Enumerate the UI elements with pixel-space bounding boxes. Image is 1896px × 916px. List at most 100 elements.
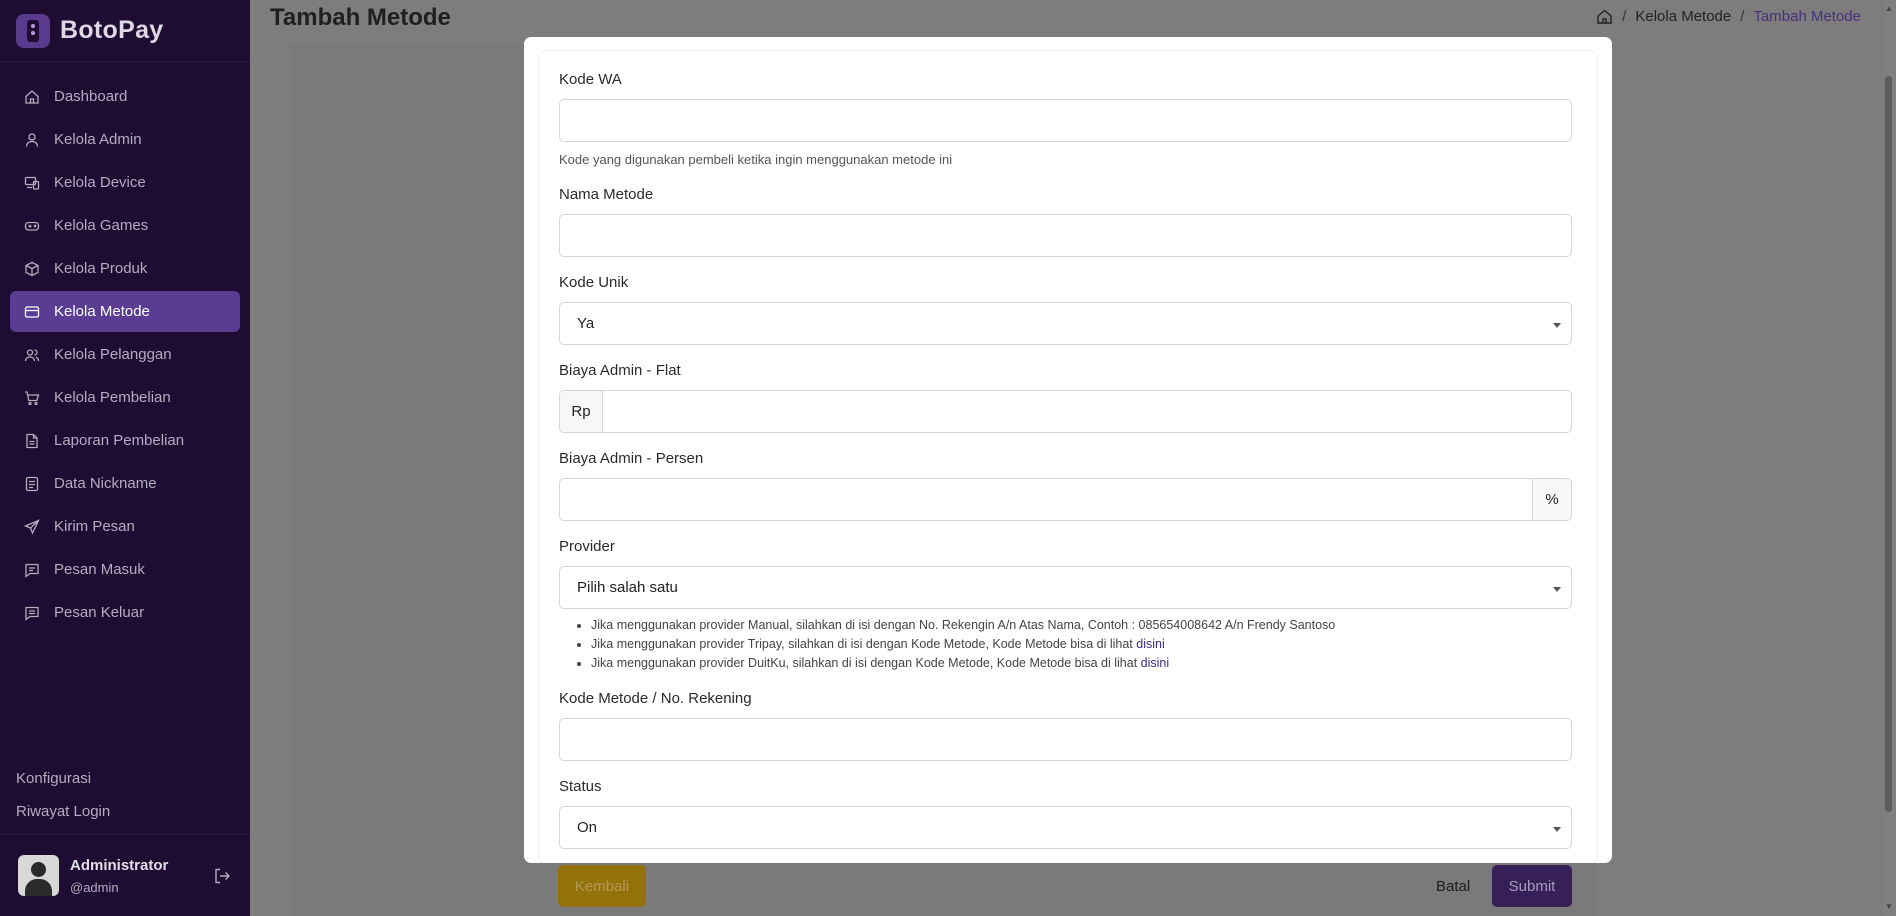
currency-prefix: Rp bbox=[560, 391, 603, 432]
message-out-icon bbox=[25, 606, 39, 621]
sidebar-item-kelola-pembelian[interactable]: Kelola Pembelian bbox=[10, 377, 240, 418]
percent-suffix: % bbox=[1532, 479, 1571, 520]
sidebar-item-kelola-produk[interactable]: Kelola Produk bbox=[10, 248, 240, 289]
cart-icon bbox=[25, 390, 40, 405]
brand[interactable]: BotoPay bbox=[0, 0, 250, 62]
nama-metode-input[interactable] bbox=[559, 214, 1572, 257]
sidebar-item-laporan-pembelian[interactable]: Laporan Pembelian bbox=[10, 420, 240, 461]
cancel-button[interactable]: Batal bbox=[1436, 878, 1470, 895]
provider-note: Jika menggunakan provider Tripay, silahk… bbox=[591, 635, 1335, 654]
home-icon bbox=[25, 89, 39, 104]
sidebar-link-konfigurasi[interactable]: Konfigurasi bbox=[16, 762, 110, 795]
kode-unik-selected: Ya bbox=[577, 315, 595, 332]
provider-note: Jika menggunakan provider DuitKu, silahk… bbox=[591, 654, 1335, 673]
avatar bbox=[18, 855, 59, 896]
scroll-down-arrow-icon[interactable]: ▼ bbox=[1885, 902, 1893, 911]
sidebar-item-label: Kelola Admin bbox=[54, 131, 142, 148]
nama-metode-label: Nama Metode bbox=[559, 186, 654, 203]
biaya-persen-input[interactable]: % bbox=[559, 478, 1572, 521]
sidebar-bottom-links: Konfigurasi Riwayat Login bbox=[16, 762, 110, 828]
sidebar-item-kelola-pelanggan[interactable]: Kelola Pelanggan bbox=[10, 334, 240, 375]
sidebar-item-label: Kirim Pesan bbox=[54, 518, 135, 535]
sidebar-item-kelola-device[interactable]: Kelola Device bbox=[10, 162, 240, 203]
database-icon bbox=[25, 476, 39, 491]
kode-wa-label: Kode WA bbox=[559, 71, 622, 88]
submit-button[interactable]: Submit bbox=[1492, 865, 1572, 907]
biaya-flat-input[interactable]: Rp bbox=[559, 390, 1572, 433]
sidebar-item-label: Laporan Pembelian bbox=[54, 432, 185, 449]
sidebar-item-label: Kelola Pembelian bbox=[54, 389, 171, 406]
sidebar-item-kelola-admin[interactable]: Kelola Admin bbox=[10, 119, 240, 160]
kode-wa-input[interactable] bbox=[559, 99, 1572, 142]
logout-icon[interactable] bbox=[213, 867, 231, 885]
sidebar-item-label: Kelola Games bbox=[54, 217, 149, 234]
field-group-biaya-flat: Biaya Admin - Flat Rp bbox=[559, 362, 1572, 433]
field-group-kode-wa: Kode WA Kode yang digunakan pembeli keti… bbox=[559, 71, 1572, 167]
devices-icon bbox=[24, 176, 40, 190]
scrollbar-thumb[interactable] bbox=[1885, 76, 1892, 812]
biaya-persen-label: Biaya Admin - Persen bbox=[559, 450, 704, 467]
kode-unik-select[interactable]: Ya bbox=[559, 302, 1572, 345]
brand-logo-icon bbox=[16, 13, 50, 48]
sidebar-item-kelola-metode[interactable]: Kelola Metode bbox=[10, 291, 240, 332]
page-title: Tambah Metode bbox=[270, 4, 451, 31]
user-name: Administrator bbox=[70, 856, 169, 874]
kode-metode-input[interactable] bbox=[559, 718, 1572, 761]
chevron-down-icon bbox=[1553, 827, 1561, 832]
user-icon bbox=[25, 132, 39, 147]
chevron-down-icon bbox=[1553, 587, 1561, 592]
provider-select[interactable]: Pilih salah satu bbox=[559, 566, 1572, 609]
field-group-provider: Provider Pilih salah satu Jika menggunak… bbox=[559, 538, 1572, 670]
add-method-modal: Kode WA Kode yang digunakan pembeli keti… bbox=[524, 37, 1612, 863]
sidebar-item-label: Kelola Produk bbox=[54, 260, 148, 277]
sidebar-item-label: Kelola Pelanggan bbox=[54, 346, 172, 363]
sidebar-menu: Dashboard Kelola Admin Kelola Device Kel… bbox=[0, 62, 250, 633]
status-select[interactable]: On bbox=[559, 806, 1572, 849]
provider-notes: Jika menggunakan provider Manual, silahk… bbox=[591, 616, 1335, 673]
brand-name: BotoPay bbox=[60, 16, 164, 44]
box-icon bbox=[25, 261, 39, 276]
user-handle: @admin bbox=[70, 879, 119, 895]
field-group-biaya-persen: Biaya Admin - Persen % bbox=[559, 450, 1572, 521]
sidebar-item-label: Data Nickname bbox=[54, 475, 157, 492]
users-icon bbox=[24, 348, 40, 361]
provider-note: Jika menggunakan provider Manual, silahk… bbox=[591, 616, 1335, 635]
biaya-flat-label: Biaya Admin - Flat bbox=[559, 362, 681, 379]
send-icon bbox=[24, 518, 40, 535]
sidebar-item-dashboard[interactable]: Dashboard bbox=[10, 76, 240, 117]
user-box: Administrator @admin bbox=[0, 834, 250, 916]
scroll-up-arrow-icon[interactable]: ▲ bbox=[1885, 4, 1893, 13]
tripay-link[interactable]: disini bbox=[1136, 637, 1165, 651]
breadcrumb-item-current: Tambah Metode bbox=[1753, 8, 1861, 25]
sidebar-item-kirim-pesan[interactable]: Kirim Pesan bbox=[10, 506, 240, 547]
file-text-icon bbox=[26, 433, 38, 448]
sidebar-item-label: Kelola Metode bbox=[54, 303, 150, 320]
sidebar-item-pesan-keluar[interactable]: Pesan Keluar bbox=[10, 592, 240, 633]
message-icon bbox=[25, 563, 39, 578]
status-label: Status bbox=[559, 778, 602, 795]
chevron-down-icon bbox=[1553, 323, 1561, 328]
credit-card-icon bbox=[24, 305, 40, 318]
status-selected: On bbox=[577, 819, 598, 836]
sidebar-item-label: Pesan Keluar bbox=[54, 604, 145, 621]
sidebar-item-pesan-masuk[interactable]: Pesan Masuk bbox=[10, 549, 240, 590]
field-group-nama-metode: Nama Metode bbox=[559, 186, 1572, 257]
sidebar-item-label: Pesan Masuk bbox=[54, 561, 145, 578]
sidebar: BotoPay Dashboard Kelola Admin Kelola De… bbox=[0, 0, 250, 916]
provider-selected: Pilih salah satu bbox=[577, 579, 678, 596]
duitku-link[interactable]: disini bbox=[1141, 656, 1170, 670]
sidebar-item-label: Dashboard bbox=[54, 88, 128, 105]
home-icon[interactable] bbox=[1596, 8, 1613, 25]
sidebar-item-kelola-games[interactable]: Kelola Games bbox=[10, 205, 240, 246]
kode-wa-help: Kode yang digunakan pembeli ketika ingin… bbox=[559, 152, 953, 167]
field-group-status: Status On bbox=[559, 778, 1572, 849]
field-group-kode-metode: Kode Metode / No. Rekening bbox=[559, 690, 1572, 761]
back-button[interactable]: Kembali bbox=[558, 865, 646, 907]
sidebar-link-riwayat-login[interactable]: Riwayat Login bbox=[16, 795, 110, 828]
breadcrumb-separator: / bbox=[1622, 8, 1627, 25]
breadcrumb-item-kelola-metode[interactable]: Kelola Metode bbox=[1635, 8, 1731, 25]
gamepad-icon bbox=[24, 221, 40, 231]
sidebar-item-data-nickname[interactable]: Data Nickname bbox=[10, 463, 240, 504]
breadcrumb: / Kelola Metode / Tambah Metode bbox=[1596, 8, 1861, 25]
breadcrumb-separator: / bbox=[1740, 8, 1745, 25]
